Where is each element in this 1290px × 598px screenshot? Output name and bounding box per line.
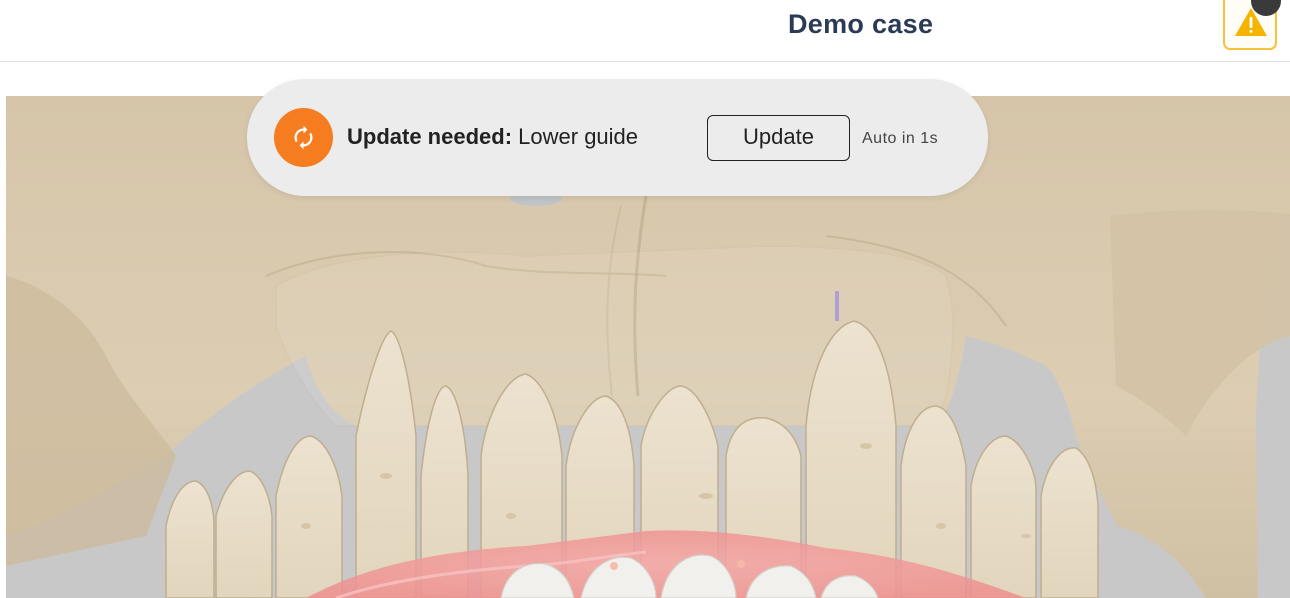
toast-message-title: Update needed: bbox=[347, 124, 513, 149]
auto-update-timer: Auto in 1s bbox=[862, 130, 939, 147]
update-notification-toast: Update needed: Lower guide Update Auto i… bbox=[247, 79, 988, 196]
toast-message: Update needed: Lower guide bbox=[347, 123, 638, 151]
update-button[interactable]: Update bbox=[707, 115, 850, 161]
sync-icon bbox=[294, 125, 313, 150]
header-bar: Demo case bbox=[0, 0, 1290, 62]
app-window: Demo case Update needed: Lower guide Upd… bbox=[0, 0, 1290, 598]
toast-icon-circle bbox=[274, 108, 333, 167]
toast-message-item: Lower guide bbox=[518, 124, 639, 149]
page-title: Demo case bbox=[788, 9, 934, 39]
